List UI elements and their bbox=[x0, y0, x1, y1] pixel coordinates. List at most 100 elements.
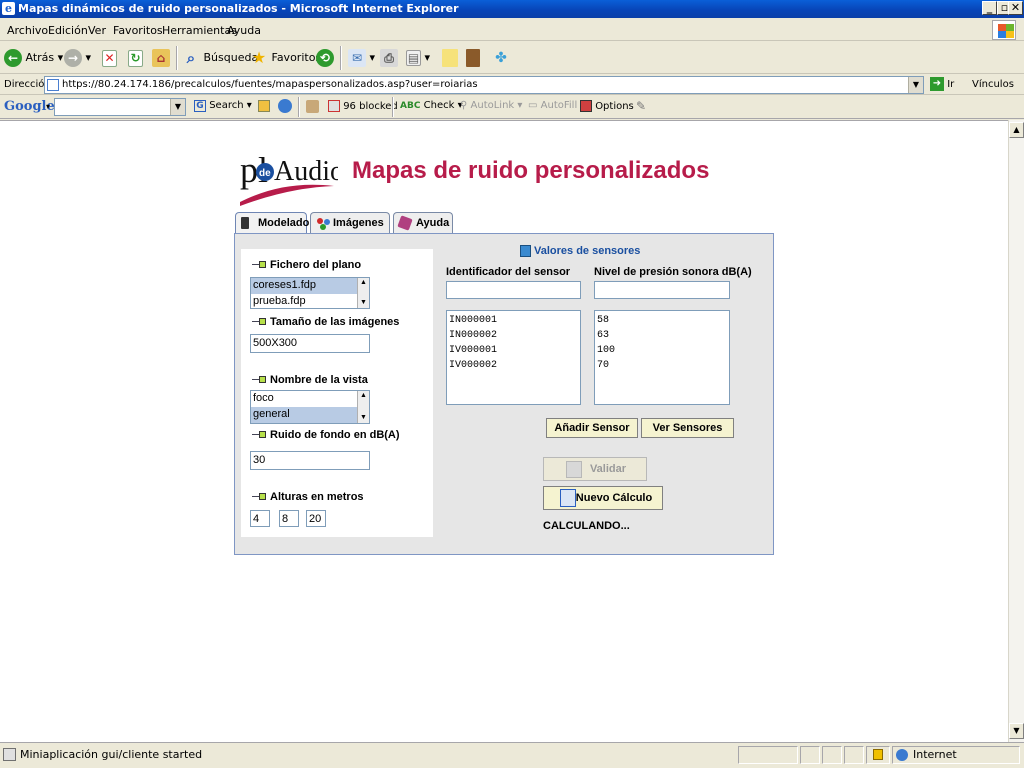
window-title: Mapas dinámicos de ruido personalizados … bbox=[18, 2, 459, 15]
print-icon: ⎙ bbox=[380, 49, 398, 67]
minimize-button[interactable]: _ bbox=[982, 1, 997, 15]
id-sensor-input[interactable] bbox=[446, 281, 581, 299]
menu-favoritos[interactable]: Favoritos bbox=[113, 24, 163, 37]
options-button[interactable]: Options bbox=[580, 100, 634, 112]
tab-imagenes[interactable]: Imágenes bbox=[310, 212, 390, 234]
globe-icon[interactable] bbox=[278, 99, 292, 113]
tamano-input[interactable]: 500X300 bbox=[250, 334, 370, 353]
pagerank-icon[interactable] bbox=[306, 100, 319, 113]
address-url: https://80.24.174.186/precalculos/fuente… bbox=[62, 79, 478, 90]
spellcheck-button[interactable]: ABC Check ▾ bbox=[400, 100, 463, 111]
scroll-down-icon[interactable]: ▼ bbox=[358, 298, 369, 308]
home-icon: ⌂ bbox=[152, 49, 170, 67]
scroll-down-icon[interactable]: ▼ bbox=[358, 413, 369, 423]
list-item[interactable]: prueba.fdp bbox=[251, 294, 369, 308]
address-dropdown-icon[interactable]: ▼ bbox=[908, 77, 923, 93]
menu-archivo[interactable]: Archivo bbox=[7, 24, 48, 37]
windows-logo-icon bbox=[992, 20, 1016, 40]
notes-button[interactable] bbox=[442, 48, 458, 68]
check-label: Check bbox=[423, 100, 455, 111]
close-button[interactable]: ✕ bbox=[1008, 1, 1023, 15]
calc-status: CALCULANDO... bbox=[543, 520, 630, 532]
vista-listbox[interactable]: foco general ▲ ▼ bbox=[250, 390, 370, 424]
autolink-button[interactable]: ⚲ AutoLink ▾ bbox=[460, 100, 522, 111]
sensor-niveles-textarea[interactable]: 58 63 100 70 bbox=[594, 310, 730, 405]
tab-modelado[interactable]: Modelado bbox=[235, 212, 309, 235]
list-item[interactable]: coreses1.fdp bbox=[251, 278, 369, 294]
home-button[interactable]: ⌂ bbox=[152, 48, 170, 68]
google-dropdown-icon[interactable]: ▼ bbox=[170, 99, 185, 115]
ruido-input[interactable]: 30 bbox=[250, 451, 370, 470]
lock-icon bbox=[873, 749, 883, 760]
forward-button[interactable]: → ▾ bbox=[64, 48, 91, 68]
google-search-input[interactable]: ▼ bbox=[54, 98, 186, 116]
print-button[interactable]: ⎙ bbox=[380, 48, 398, 68]
book-icon bbox=[397, 215, 413, 231]
tab-ayuda[interactable]: Ayuda bbox=[393, 212, 453, 234]
mail-button[interactable]: ✉ ▾ bbox=[348, 48, 375, 68]
menu-edicion[interactable]: Edición bbox=[48, 24, 88, 37]
forward-arrow-icon: → bbox=[64, 49, 82, 67]
highlighter-icon[interactable]: ✎ bbox=[636, 99, 646, 113]
google-menu-icon[interactable]: ▾ bbox=[46, 102, 50, 111]
google-search-button[interactable]: G Search ▾ bbox=[194, 100, 252, 112]
autofill-label: AutoFill bbox=[540, 100, 578, 111]
list-item[interactable]: general bbox=[251, 407, 369, 423]
address-bar: Dirección https://80.24.174.186/precalcu… bbox=[0, 75, 1024, 95]
back-button[interactable]: ← Atrás ▾ bbox=[4, 48, 63, 68]
research-button[interactable] bbox=[466, 48, 480, 68]
edit-button[interactable]: ▤ ▾ bbox=[406, 48, 430, 68]
nivel-label: Nivel de presión sonora dB(A) bbox=[594, 266, 752, 278]
messenger-button[interactable]: ✤ bbox=[492, 48, 510, 68]
refresh-button[interactable]: ↻ bbox=[128, 48, 143, 68]
menu-ver[interactable]: Ver bbox=[88, 24, 106, 37]
history-button[interactable]: ⟲ bbox=[316, 48, 334, 68]
logo: pl de Audio bbox=[240, 150, 338, 206]
zone-cell: Internet bbox=[892, 746, 1020, 764]
search-button[interactable]: ⌕ Búsqueda bbox=[182, 48, 258, 68]
list-item[interactable]: foco bbox=[251, 391, 369, 407]
back-label: Atrás bbox=[25, 51, 55, 64]
links-label[interactable]: Vínculos bbox=[972, 79, 1014, 90]
google-search-label: Search bbox=[209, 100, 244, 111]
validate-icon bbox=[566, 461, 582, 478]
status-text: Miniaplicación gui/cliente started bbox=[20, 748, 203, 761]
altura-input-2[interactable]: 8 bbox=[279, 510, 299, 527]
popup-blocker[interactable]: 96 blocked bbox=[328, 100, 398, 112]
edit-icon: ▤ bbox=[406, 50, 421, 66]
address-input[interactable]: https://80.24.174.186/precalculos/fuente… bbox=[44, 76, 924, 94]
back-arrow-icon: ← bbox=[4, 49, 22, 67]
favorites-button[interactable]: ★ Favoritos bbox=[250, 48, 321, 68]
altura-input-1[interactable]: 4 bbox=[250, 510, 270, 527]
validate-button[interactable]: Validar bbox=[543, 457, 647, 481]
logo-audio: Audio bbox=[274, 156, 338, 187]
vista-label: Nombre de la vista bbox=[252, 374, 368, 386]
scroll-up-icon[interactable]: ▲ bbox=[1009, 122, 1024, 138]
fichero-listbox[interactable]: coreses1.fdp prueba.fdp ▲ ▼ bbox=[250, 277, 370, 309]
altura-input-3[interactable]: 20 bbox=[306, 510, 326, 527]
news-icon[interactable] bbox=[258, 100, 270, 112]
molecules-icon bbox=[316, 217, 330, 230]
menu-herramientas[interactable]: Herramientas bbox=[162, 24, 237, 37]
fichero-label: Fichero del plano bbox=[252, 259, 361, 271]
scroll-up-icon[interactable]: ▲ bbox=[358, 278, 369, 288]
autofill-button[interactable]: ▭ AutoFill bbox=[528, 100, 577, 111]
stop-button[interactable]: ✕ bbox=[102, 48, 117, 68]
view-sensors-button[interactable]: Ver Sensores bbox=[641, 418, 734, 438]
sensor-ids-textarea[interactable]: IN000001 IN000002 IV000001 IV000002 bbox=[446, 310, 581, 405]
menu-ayuda[interactable]: Ayuda bbox=[227, 24, 261, 37]
listbox-scrollbar[interactable]: ▲ ▼ bbox=[357, 278, 369, 308]
add-sensor-button[interactable]: Añadir Sensor bbox=[546, 418, 638, 438]
listbox-scrollbar[interactable]: ▲ ▼ bbox=[357, 391, 369, 423]
bullet-icon bbox=[252, 261, 266, 269]
scroll-down-icon[interactable]: ▼ bbox=[1009, 723, 1024, 739]
new-calc-button[interactable]: Nuevo Cálculo bbox=[543, 486, 663, 510]
bullet-icon bbox=[252, 431, 266, 439]
go-arrow-icon: ➜ bbox=[930, 77, 944, 91]
options-icon bbox=[580, 100, 592, 112]
nivel-input[interactable] bbox=[594, 281, 730, 299]
go-button[interactable]: ➜ Ir bbox=[930, 76, 954, 94]
google-g-icon: G bbox=[194, 100, 206, 112]
scroll-up-icon[interactable]: ▲ bbox=[358, 391, 369, 401]
vertical-scrollbar[interactable]: ▲ ▼ bbox=[1008, 120, 1024, 742]
